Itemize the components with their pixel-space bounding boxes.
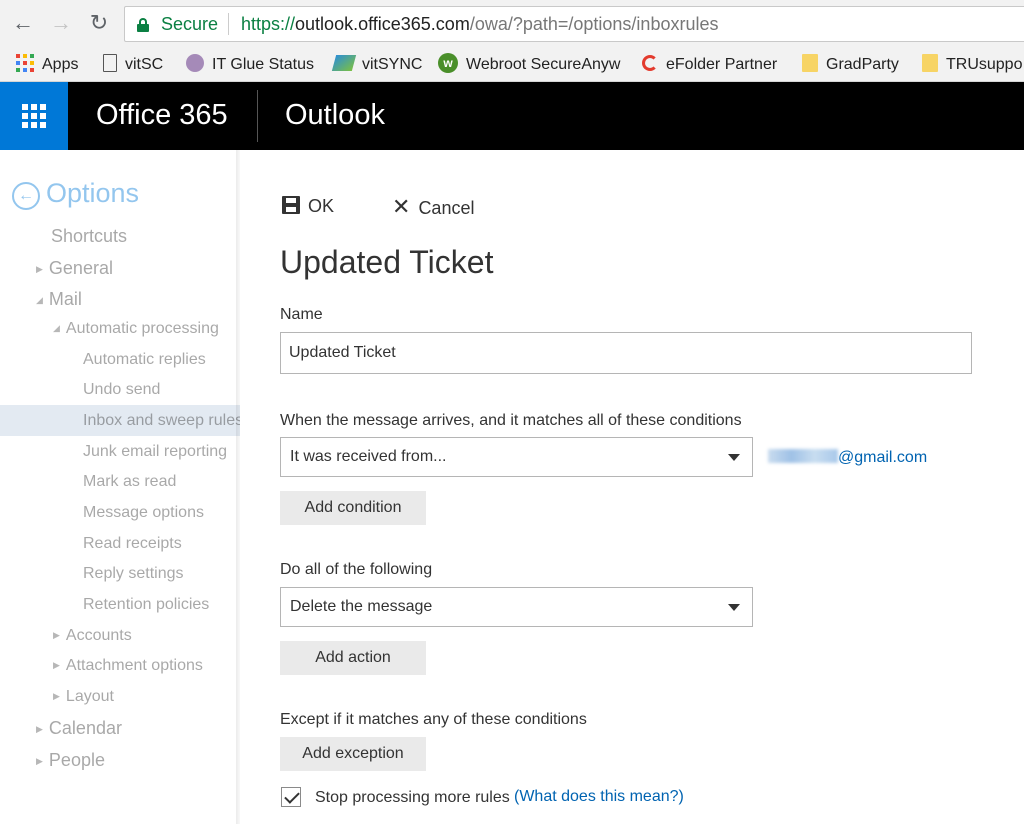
reload-icon[interactable]: ↻ xyxy=(86,10,112,36)
collapse-triangle-icon: ◢ xyxy=(36,295,43,305)
page-icon xyxy=(103,53,117,72)
nav-calendar[interactable]: ▶ Calendar xyxy=(36,718,122,739)
cancel-button[interactable]: ✕ Cancel xyxy=(392,194,474,222)
nav-retention-policies[interactable]: Retention policies xyxy=(83,596,209,614)
app-launcher-button[interactable] xyxy=(0,82,68,150)
close-icon: ✕ xyxy=(392,194,411,219)
expand-triangle-icon: ▶ xyxy=(53,630,60,640)
nav-mail[interactable]: ◢ Mail xyxy=(36,289,82,310)
o365-header: Office 365 Outlook xyxy=(0,82,1024,150)
actions-label: Do all of the following xyxy=(280,561,433,578)
redacted-email-user xyxy=(768,448,838,463)
efolder-icon xyxy=(642,54,658,71)
bookmark-gradparty[interactable]: GradParty xyxy=(802,53,899,76)
expand-triangle-icon: ▶ xyxy=(53,691,60,701)
bookmark-apps[interactable]: Apps xyxy=(16,53,78,76)
back-circle-icon[interactable]: ← xyxy=(12,182,40,210)
bookmark-it-glue-status[interactable]: IT Glue Status xyxy=(186,53,314,76)
add-exception-button[interactable]: Add exception xyxy=(280,737,426,771)
add-action-button[interactable]: Add action xyxy=(280,641,426,675)
chevron-down-icon xyxy=(728,604,740,611)
collapse-triangle-icon: ◢ xyxy=(53,323,60,333)
expand-triangle-icon: ▶ xyxy=(36,756,43,766)
bookmark-efolder-partner[interactable]: eFolder Partner xyxy=(642,54,777,76)
expand-triangle-icon: ▶ xyxy=(36,264,43,274)
action-value: Delete the message xyxy=(290,598,433,615)
nav-reply-settings[interactable]: Reply settings xyxy=(83,565,184,583)
address-bar[interactable]: Secure https://outlook.office365.com/owa… xyxy=(124,6,1024,42)
add-condition-button[interactable]: Add condition xyxy=(280,491,426,525)
nav-shortcuts[interactable]: Shortcuts xyxy=(51,226,127,247)
webroot-icon: w xyxy=(438,52,458,73)
nav-automatic-processing[interactable]: ◢ Automatic processing xyxy=(53,320,219,338)
nav-general[interactable]: ▶ General xyxy=(36,258,113,279)
folder-icon xyxy=(802,53,818,72)
waffle-icon xyxy=(22,104,46,128)
app-title[interactable]: Outlook xyxy=(285,99,385,132)
ok-button[interactable]: OK xyxy=(282,196,334,217)
nav-message-options[interactable]: Message options xyxy=(83,504,204,522)
options-title: Options xyxy=(46,178,140,208)
nav-people[interactable]: ▶ People xyxy=(36,750,105,771)
condition-dropdown[interactable]: It was received from... xyxy=(280,437,753,477)
bookmark-vitsync[interactable]: vitSYNC xyxy=(331,54,422,76)
back-arrow-icon[interactable]: ← xyxy=(10,10,36,36)
nav-read-receipts[interactable]: Read receipts xyxy=(83,535,182,553)
bookmark-webroot[interactable]: w Webroot SecureAnyw xyxy=(438,52,620,76)
what-does-this-mean-link[interactable]: (What does this mean?) xyxy=(514,788,684,806)
save-icon xyxy=(282,196,300,215)
chevron-down-icon xyxy=(728,454,740,461)
url-divider xyxy=(228,13,229,35)
conditions-label: When the message arrives, and it matches… xyxy=(280,412,742,429)
nav-mark-as-read[interactable]: Mark as read xyxy=(83,473,176,491)
stop-processing-label[interactable]: Stop processing more rules xyxy=(315,789,510,807)
sender-email-link[interactable]: @gmail.com xyxy=(768,448,927,467)
bookmarks-bar: Apps vitSC IT Glue Status vitSYNC w Webro… xyxy=(0,48,1024,82)
rule-title: Updated Ticket xyxy=(280,244,494,280)
nav-layout[interactable]: ▶ Layout xyxy=(53,688,114,706)
vitsync-icon xyxy=(331,54,357,71)
bookmark-trusupport[interactable]: TRUsuppo xyxy=(922,53,1022,76)
folder-icon xyxy=(922,53,938,72)
nav-accounts[interactable]: ▶ Accounts xyxy=(53,627,132,645)
expand-triangle-icon: ▶ xyxy=(53,660,60,670)
lock-icon xyxy=(137,18,149,32)
forward-arrow-icon[interactable]: → xyxy=(48,10,74,36)
stop-processing-checkbox[interactable] xyxy=(281,787,301,807)
url-text[interactable]: https://outlook.office365.com/owa/?path=… xyxy=(241,14,718,35)
browser-toolbar: ← → ↻ Secure https://outlook.office365.c… xyxy=(0,0,1024,48)
apps-grid-icon xyxy=(16,53,34,72)
rule-name-input[interactable]: Updated Ticket xyxy=(280,332,972,374)
expand-triangle-icon: ▶ xyxy=(36,724,43,734)
nav-undo-send[interactable]: Undo send xyxy=(83,381,160,399)
nav-automatic-replies[interactable]: Automatic replies xyxy=(83,351,206,369)
action-dropdown[interactable]: Delete the message xyxy=(280,587,753,627)
bookmark-vitsc[interactable]: vitSC xyxy=(103,53,163,76)
condition-value: It was received from... xyxy=(290,448,447,465)
brand-title[interactable]: Office 365 xyxy=(96,99,228,132)
header-divider xyxy=(257,90,258,142)
it-glue-icon xyxy=(186,53,204,72)
secure-label: Secure xyxy=(161,14,219,34)
name-label: Name xyxy=(280,306,323,323)
nav-junk-email-reporting[interactable]: Junk email reporting xyxy=(83,443,227,461)
nav-attachment-options[interactable]: ▶ Attachment options xyxy=(53,657,203,675)
exceptions-label: Except if it matches any of these condit… xyxy=(280,711,587,728)
nav-inbox-sweep-rules[interactable]: Inbox and sweep rules xyxy=(83,412,240,430)
